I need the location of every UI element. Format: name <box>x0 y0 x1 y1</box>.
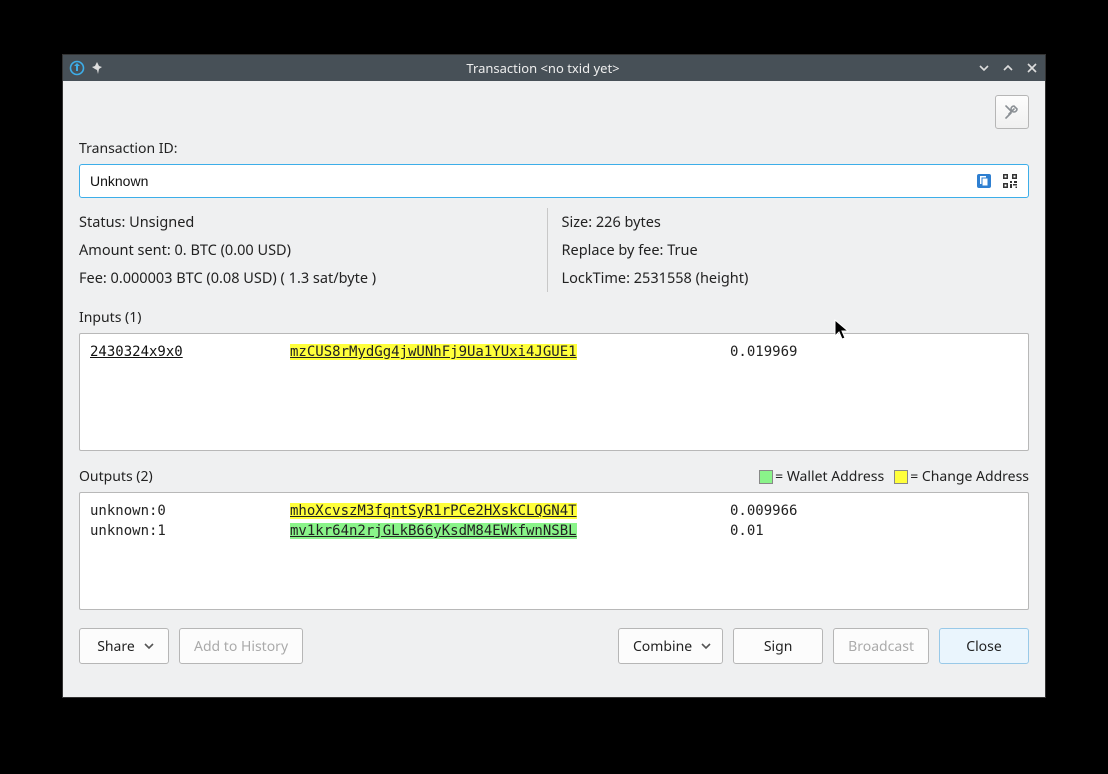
io-address[interactable]: mzCUS8rMydGg4jwUNhFj9Ua1YUxi4JGUE1 <box>290 344 577 360</box>
qr-txid-button[interactable] <box>1000 171 1020 191</box>
tx-info: Status: Unsigned Amount sent: 0. BTC (0.… <box>79 208 1029 292</box>
txid-field-container <box>79 164 1029 198</box>
rbf-line: Replace by fee: True <box>562 240 1030 260</box>
pin-icon[interactable] <box>89 60 105 76</box>
close-window-button[interactable] <box>1025 61 1039 75</box>
size-line: Size: 226 bytes <box>562 212 1030 232</box>
broadcast-button-label: Broadcast <box>848 637 914 656</box>
txid-label: Transaction ID: <box>79 139 1029 158</box>
legend-wallet-label: = Wallet Address <box>775 467 884 486</box>
combine-button[interactable]: Combine <box>618 628 723 664</box>
add-history-button: Add to History <box>179 628 303 664</box>
wrench-icon <box>1003 103 1021 121</box>
broadcast-button: Broadcast <box>833 628 929 664</box>
share-button-label: Share <box>97 637 135 656</box>
io-amount: 0.019969 <box>730 342 797 362</box>
io-ref[interactable]: 2430324x9x0 <box>90 344 183 360</box>
amount-line: Amount sent: 0. BTC (0.00 USD) <box>79 240 547 260</box>
close-button-label: Close <box>966 637 1002 656</box>
io-ref[interactable]: unknown:1 <box>90 523 166 539</box>
fee-line: Fee: 0.000003 BTC (0.08 USD) ( 1.3 sat/b… <box>79 268 547 288</box>
status-line: Status: Unsigned <box>79 212 547 232</box>
legend-change-label: = Change Address <box>910 467 1029 486</box>
inputs-panel[interactable]: 2430324x9x0 mzCUS8rMydGg4jwUNhFj9Ua1YUxi4… <box>79 333 1029 451</box>
io-address[interactable]: mhoXcvszM3fqntSyR1rPCe2HXskCLQGN4T <box>290 503 577 519</box>
minimize-button[interactable] <box>977 61 991 75</box>
io-ref[interactable]: unknown:0 <box>90 503 166 519</box>
outputs-header: Outputs (2) <box>79 467 153 486</box>
chevron-down-icon <box>700 640 712 652</box>
add-history-label: Add to History <box>194 637 288 656</box>
chevron-down-icon <box>143 640 155 652</box>
locktime-line: LockTime: 2531558 (height) <box>562 268 1030 288</box>
app-icon <box>69 60 85 76</box>
window-title: Transaction <no txid yet> <box>109 59 977 77</box>
maximize-button[interactable] <box>1001 61 1015 75</box>
legend-change-swatch <box>894 470 908 484</box>
txid-field[interactable] <box>88 172 968 190</box>
sign-button-label: Sign <box>764 637 793 656</box>
inputs-header: Inputs (1) <box>79 308 141 327</box>
copy-txid-button[interactable] <box>974 171 994 191</box>
share-button[interactable]: Share <box>79 628 169 664</box>
io-address[interactable]: mv1kr64n2rjGLkB66yKsdM84EWkfwnNSBL <box>290 523 577 539</box>
sign-button[interactable]: Sign <box>733 628 823 664</box>
titlebar: Transaction <no txid yet> <box>63 55 1045 81</box>
io-row[interactable]: unknown:0 mhoXcvszM3fqntSyR1rPCe2HXskCLQG… <box>90 501 1018 521</box>
copy-icon <box>975 172 993 190</box>
legend-wallet-swatch <box>759 470 773 484</box>
io-row[interactable]: 2430324x9x0 mzCUS8rMydGg4jwUNhFj9Ua1YUxi4… <box>90 342 1018 362</box>
combine-button-label: Combine <box>633 637 692 656</box>
close-button[interactable]: Close <box>939 628 1029 664</box>
outputs-panel[interactable]: unknown:0 mhoXcvszM3fqntSyR1rPCe2HXskCLQG… <box>79 492 1029 610</box>
transaction-window: Transaction <no txid yet> Transaction ID… <box>62 54 1046 698</box>
io-amount: 0.009966 <box>730 501 797 521</box>
qr-icon <box>1001 172 1019 190</box>
io-amount: 0.01 <box>730 521 764 541</box>
io-row[interactable]: unknown:1 mv1kr64n2rjGLkB66yKsdM84EWkfwnN… <box>90 521 1018 541</box>
settings-button[interactable] <box>995 95 1029 129</box>
